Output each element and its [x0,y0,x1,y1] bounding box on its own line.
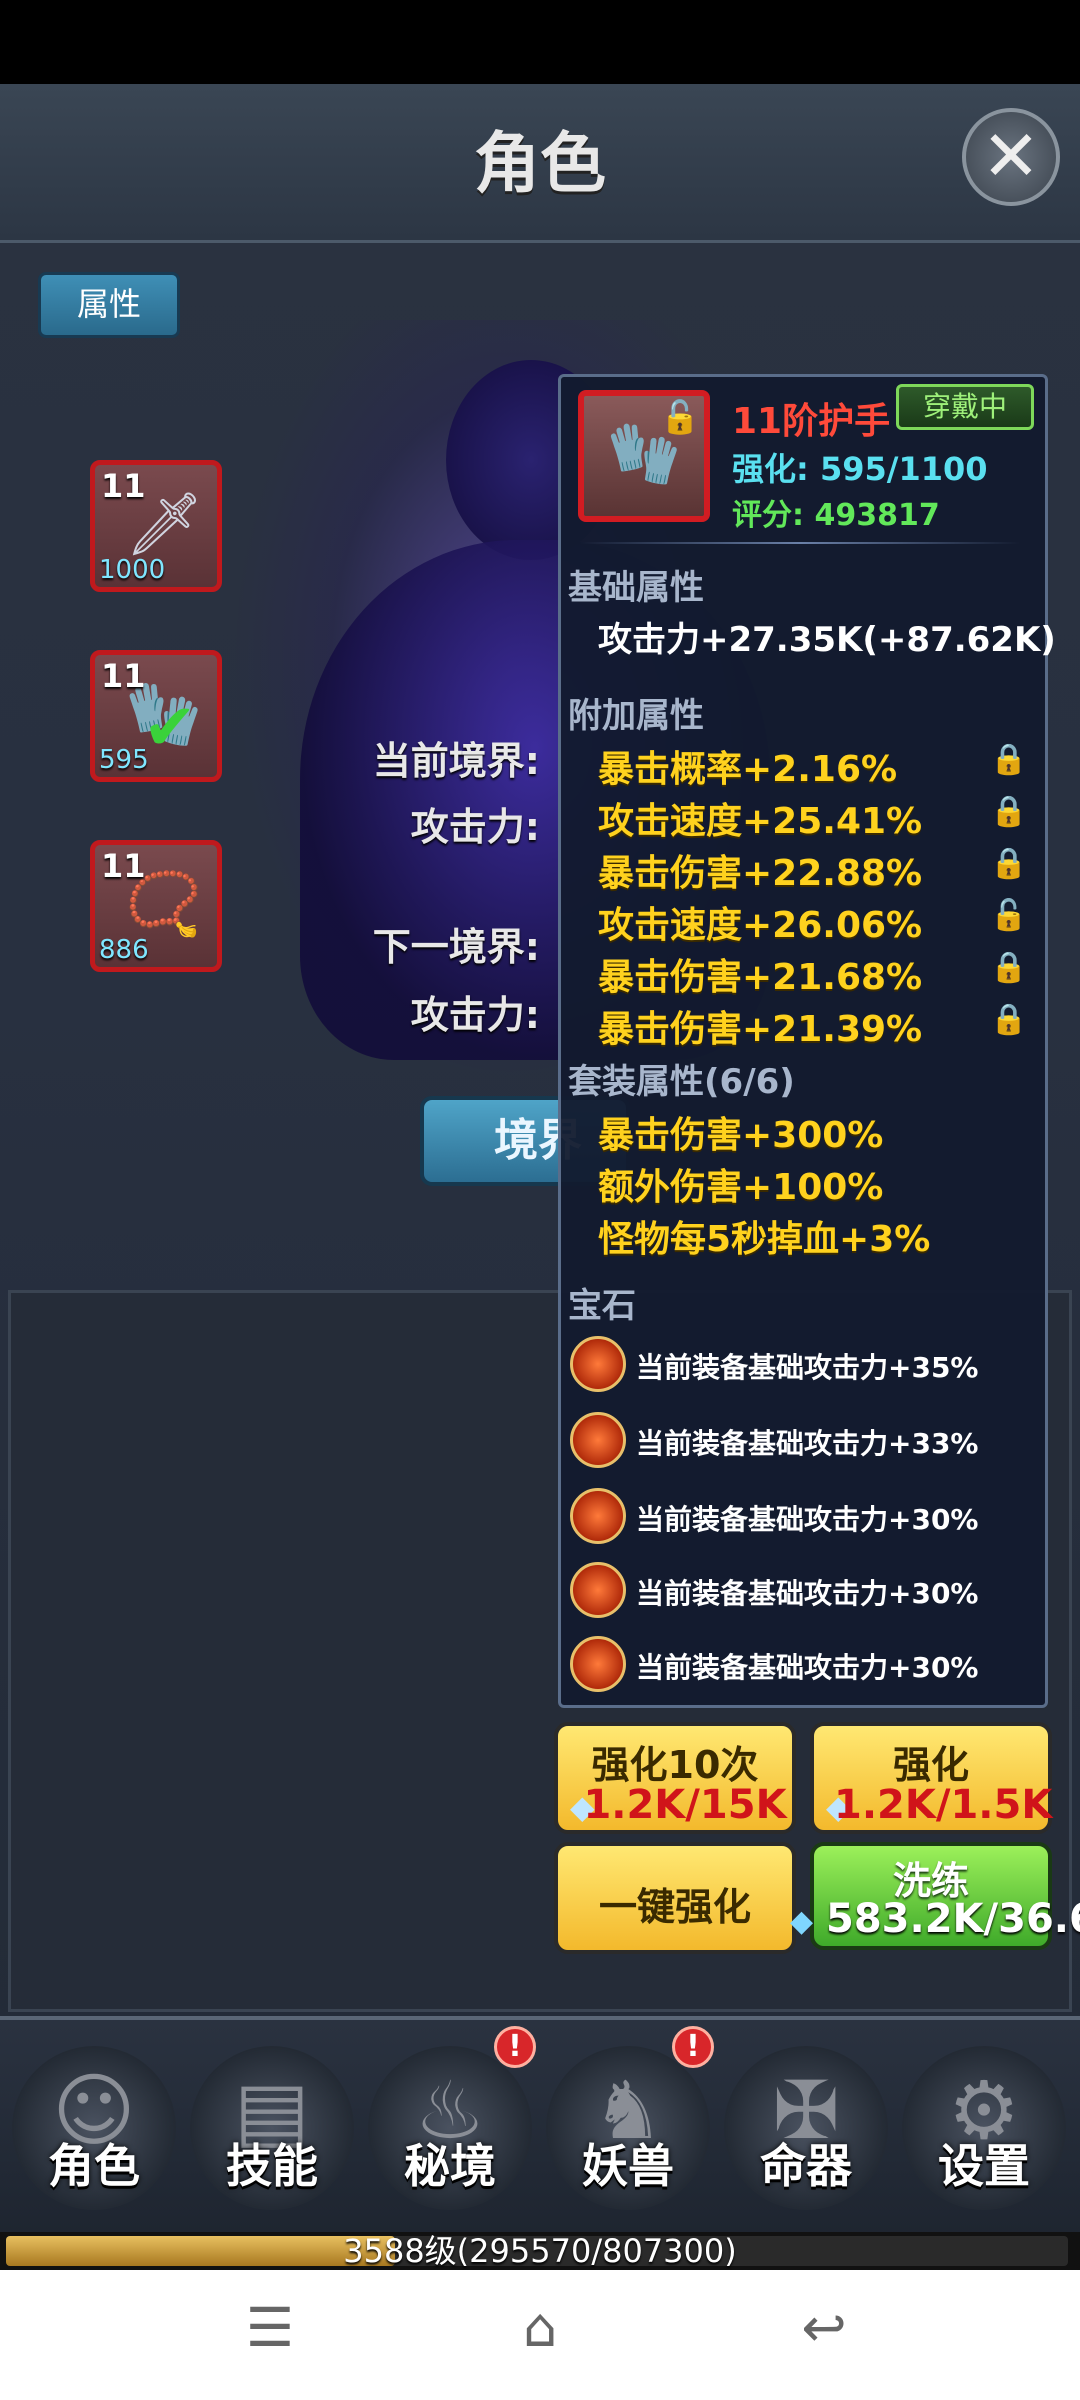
gem-effect: 当前装备基础攻击力+30% [636,1577,979,1610]
nav-label: 技能 [226,2139,318,2193]
nav-beasts[interactable]: ♞ 妖兽 [546,2046,710,2210]
crystal-icon: ◆ [790,1904,814,1939]
gem-icon [570,1636,626,1692]
set-stat: 怪物每5秒掉血+3% [598,1219,931,1260]
nav-settings[interactable]: ⚙ 设置 [902,2046,1066,2210]
locked-padlock-icon[interactable]: 🔒 [990,1002,1027,1037]
equipped-badge: 穿戴中 [896,384,1034,430]
menu-icon[interactable]: ☰ [220,2296,320,2359]
enhance-10-button[interactable]: 强化10次 ◆ 1.2K/15K [554,1722,796,1834]
gem-icon [570,1412,626,1468]
equipment-slot-weapon[interactable]: 🗡 11 1000 [90,460,222,592]
item-score: 评分: 493817 [732,498,940,533]
set-attributes-title: 套装属性(6/6) [568,1062,795,1102]
extra-attributes-title: 附加属性 [568,696,704,736]
gem-effect: 当前装备基础攻击力+30% [636,1503,979,1536]
next-attack-label: 攻击力: [410,993,540,1037]
nav-secret-realm[interactable]: ♨ 秘境 [368,2046,532,2210]
gem-icon [570,1336,626,1392]
locked-padlock-icon[interactable]: 🔒 [990,950,1027,985]
nav-skills[interactable]: ▤ 技能 [190,2046,354,2210]
set-stat: 额外伤害+100% [598,1167,884,1208]
auto-enhance-label: 一键强化 [598,1885,751,1929]
next-realm-label: 下一境界: [372,925,540,969]
unlocked-padlock-icon[interactable]: 🔓 [660,398,700,436]
current-realm-label: 当前境界: [372,739,540,783]
nav-label: 命器 [760,2139,852,2193]
enhance-label: 强化 [892,1743,969,1787]
locked-padlock-icon[interactable]: 🔒 [990,846,1027,881]
enhance-level: 强化: 595/1100 [732,450,988,488]
enhance-10-cost: 1.2K/15K [583,1782,787,1828]
tab-attributes[interactable]: 属性 [38,272,180,338]
extra-stat: 攻击速度+25.41% [598,801,923,842]
xp-text: 3588级(295570/807300) [343,2232,737,2270]
slot-level: 11 [101,657,146,695]
gem-effect: 当前装备基础攻击力+30% [636,1651,979,1684]
item-name: 11阶护手 [732,401,891,442]
locked-padlock-icon[interactable]: 🔒 [990,742,1027,777]
locked-padlock-icon[interactable]: 🔒 [990,794,1027,829]
auto-enhance-button[interactable]: 一键强化 [554,1842,796,1954]
close-icon: ✕ [981,115,1041,197]
current-attack-label: 攻击力: [410,805,540,849]
extra-stat: 暴击概率+2.16% [598,749,898,790]
extra-stat: 暴击伤害+22.88% [598,853,923,894]
equipment-slot-gauntlet[interactable]: 🧤 ✔ 11 595 [90,650,222,782]
nav-character[interactable]: ☺ 角色 [12,2046,176,2210]
enhance-button[interactable]: 强化 ◆ 1.2K/1.5K [810,1722,1052,1834]
base-attack-stat: 攻击力+27.35K(+87.62K) [598,620,1056,660]
home-icon[interactable]: ⌂ [490,2296,590,2359]
gem-effect: 当前装备基础攻击力+35% [636,1351,979,1384]
page-title: 角色 [474,125,606,202]
gem-icon [570,1488,626,1544]
alert-badge: ! [494,2026,536,2068]
slot-level: 11 [101,847,146,885]
nav-label: 设置 [938,2139,1030,2193]
slot-value: 1000 [99,555,166,585]
checkmark-icon: ✔ [143,691,197,765]
extra-stat: 攻击速度+26.06% [598,905,923,946]
slot-value: 886 [99,935,149,965]
slot-level: 11 [101,467,146,505]
alert-badge: ! [672,2026,714,2068]
slot-value: 595 [99,745,149,775]
gems-title: 宝石 [568,1286,636,1326]
unlocked-padlock-icon[interactable]: 🔓 [990,898,1027,933]
status-bar [0,0,1080,84]
nav-artifacts[interactable]: ✠ 命器 [724,2046,888,2210]
set-stat: 暴击伤害+300% [598,1115,884,1156]
divider [580,542,1020,544]
nav-label: 角色 [48,2139,140,2193]
nav-label: 妖兽 [582,2139,674,2193]
gem-icon [570,1562,626,1618]
extra-stat: 暴击伤害+21.68% [598,957,923,998]
back-icon[interactable]: ↩ [774,2296,874,2359]
extra-stat: 暴击伤害+21.39% [598,1009,923,1050]
equipment-slot-amulet[interactable]: 📿 11 886 [90,840,222,972]
base-attributes-title: 基础属性 [568,568,704,608]
enhance-cost: 1.2K/1.5K [834,1782,1053,1828]
enhance-10-label: 强化10次 [591,1743,759,1787]
close-button[interactable]: ✕ [962,108,1060,206]
gem-effect: 当前装备基础攻击力+33% [636,1427,979,1460]
nav-label: 秘境 [404,2139,496,2193]
reforge-cost: 583.2K/36.6K [826,1896,1080,1942]
